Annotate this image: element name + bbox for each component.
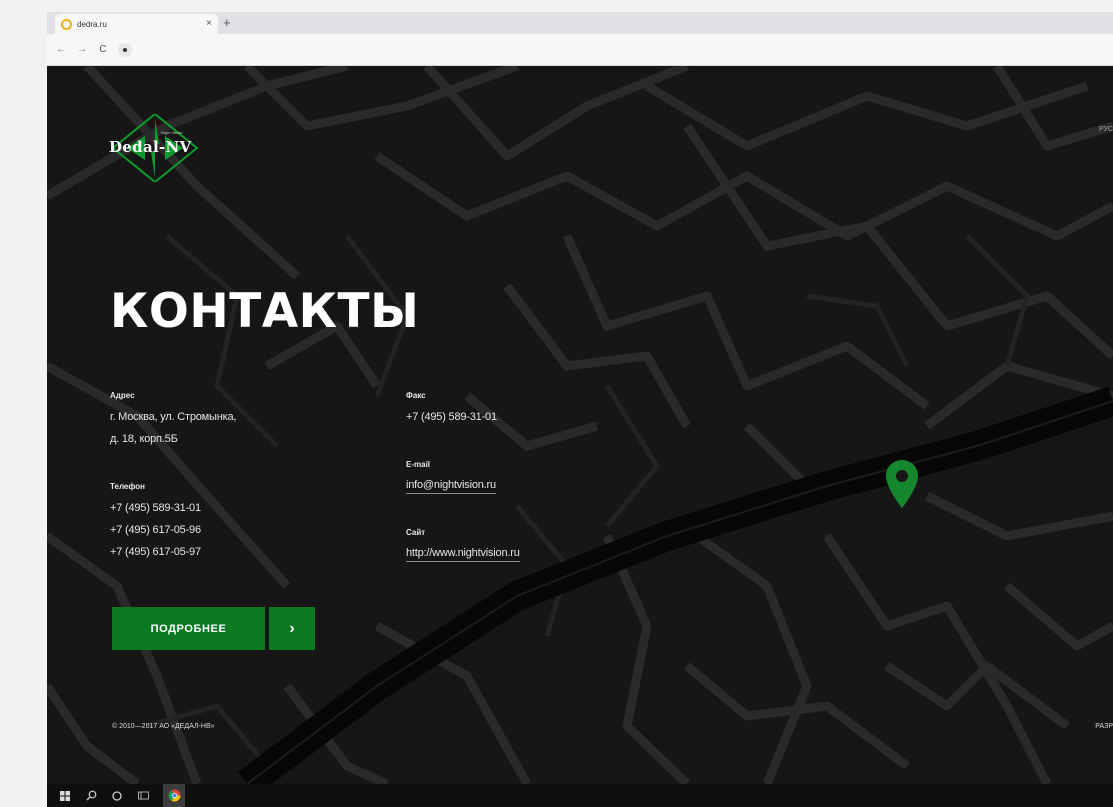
chrome-icon[interactable] [163, 784, 185, 807]
logo[interactable]: Night Vision Dedal-NV [107, 112, 207, 184]
phone-number[interactable]: +7 (495) 589-31-01 [110, 497, 201, 519]
site-label: Сайт [406, 528, 426, 537]
circle-icon[interactable] [111, 790, 123, 802]
tab-strip: dedra.ru × + [47, 12, 1113, 34]
phone-label: Телефон [110, 482, 145, 491]
globe-icon [61, 18, 72, 30]
close-tab-icon[interactable]: × [206, 19, 212, 29]
phone-number[interactable]: +7 (495) 617-05-97 [110, 541, 201, 563]
more-button[interactable]: ПОДРОБНЕЕ [112, 607, 265, 650]
os-taskbar [47, 784, 1113, 807]
copyright: © 2010—2017 АО «ДЕДАЛ-НВ» [112, 723, 215, 730]
logo-text: Dedal-NV [109, 138, 192, 156]
windows-icon[interactable] [59, 790, 71, 802]
logo-tagline: Night Vision [161, 130, 183, 135]
fax-block: Факс +7 (495) 589-31-01 [406, 391, 497, 428]
search-icon[interactable] [85, 790, 97, 802]
new-tab-button[interactable]: + [223, 15, 231, 31]
site-info-icon[interactable] [118, 42, 132, 57]
map-pin-icon[interactable] [885, 459, 919, 509]
fax-number: +7 (495) 589-31-01 [406, 411, 497, 423]
site-block: Сайт http://www.nightvision.ru [406, 528, 520, 562]
tab-title: dedra.ru [77, 19, 107, 29]
task-view-icon[interactable] [137, 790, 149, 802]
address-block: Адрес г. Москва, ул. Стромынка, д. 18, к… [110, 391, 236, 450]
forward-button[interactable]: → [76, 44, 88, 55]
phone-block: Телефон +7 (495) 589-31-01 +7 (495) 617-… [110, 482, 201, 563]
browser-window: dedra.ru × + ← → C Night Vision Dedal-NV… [47, 12, 1113, 807]
page-title: КОНТАКТЫ [110, 284, 420, 339]
email-label: E-mail [406, 460, 431, 469]
email-link[interactable]: info@nightvision.ru [406, 477, 496, 494]
developer-link[interactable]: РАЗР [1095, 723, 1113, 730]
address-label: Адрес [110, 391, 135, 400]
email-block: E-mail info@nightvision.ru [406, 460, 496, 494]
language-switch[interactable]: РУС [1099, 126, 1113, 133]
address-line: г. Москва, ул. Стромынка, [110, 411, 237, 423]
browser-tab[interactable]: dedra.ru × [55, 14, 218, 34]
page-viewport: Night Vision Dedal-NV РУС КОНТАКТЫ Адрес… [47, 66, 1113, 784]
phone-number[interactable]: +7 (495) 617-05-96 [110, 519, 201, 541]
address-line: д. 18, корп.5Б [110, 433, 178, 445]
fax-label: Факс [406, 391, 426, 400]
chevron-right-icon[interactable]: › [269, 607, 315, 650]
back-button[interactable]: ← [55, 44, 67, 55]
site-link[interactable]: http://www.nightvision.ru [406, 545, 520, 562]
reload-button[interactable]: C [97, 44, 109, 55]
browser-toolbar: ← → C [47, 34, 1113, 66]
